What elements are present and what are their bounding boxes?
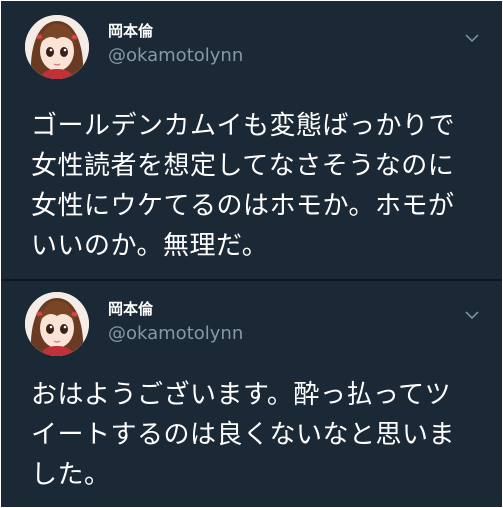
tweet-text-line: 女性読者を想定してなさそうなのに: [31, 151, 455, 181]
tweet-card[interactable]: 岡本倫 @okamotolynn おはようございます。酔っ払ってツ イートするの…: [1, 281, 502, 507]
author-handle[interactable]: @okamotolynn: [108, 45, 243, 66]
author-name[interactable]: 岡本倫: [108, 20, 153, 41]
tweet-text-line: ゴールデンカムイも変態ばっかりで: [31, 111, 456, 141]
tweet-text-line: 女性にウケてるのはホモか。ホモが: [31, 191, 455, 221]
author-name[interactable]: 岡本倫: [108, 298, 153, 319]
tweet-text-line: おはようございます。酔っ払ってツ: [31, 380, 452, 410]
tweet-text: ゴールデンカムイも変態ばっかりで 女性読者を想定してなさそうなのに 女性にウケて…: [31, 106, 455, 266]
chevron-down-icon[interactable]: [465, 33, 479, 43]
tweet-text-line: いいのか。無理だ。: [31, 231, 269, 261]
anime-girl-avatar-icon[interactable]: [25, 292, 89, 356]
tweet-card[interactable]: 岡本倫 @okamotolynn ゴールデンカムイも変態ばっかりで 女性読者を想…: [1, 1, 502, 279]
tweet-thread: 岡本倫 @okamotolynn ゴールデンカムイも変態ばっかりで 女性読者を想…: [1, 1, 502, 507]
author-handle[interactable]: @okamotolynn: [108, 323, 243, 344]
anime-girl-avatar-icon[interactable]: [25, 15, 89, 79]
tweet-text: おはようございます。酔っ払ってツ イートするのは良くないなと思いま した。: [31, 375, 455, 495]
tweet-text-line: イートするのは良くないなと思いま: [31, 420, 456, 450]
tweet-text-line: した。: [31, 460, 111, 490]
chevron-down-icon[interactable]: [465, 310, 479, 320]
